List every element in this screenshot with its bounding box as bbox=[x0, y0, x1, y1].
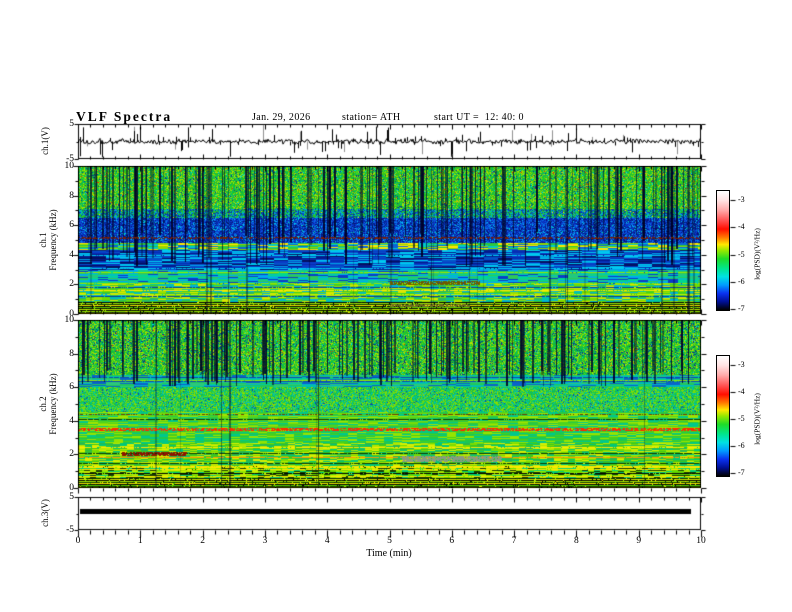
figure-title: VLF Spectra bbox=[76, 109, 173, 124]
time-tick-label: 9 bbox=[636, 536, 642, 546]
voltage-tick-label: 5 bbox=[69, 492, 74, 502]
colorbar-tick-label: -4 bbox=[738, 387, 745, 396]
time-tick-label: 5 bbox=[387, 536, 392, 546]
time-axis-label: Time (min) bbox=[366, 548, 412, 559]
time-tick-label: 6 bbox=[449, 536, 455, 546]
vlf-spectra-figure: VLF Spectra Jan. 29, 2026 station= ATH s… bbox=[0, 0, 792, 612]
frequency-tick-label: 4 bbox=[69, 415, 74, 426]
station-label: station= ATH bbox=[342, 112, 401, 123]
figure-date: Jan. 29, 2026 bbox=[252, 112, 311, 123]
frequency-tick-label: 8 bbox=[69, 348, 74, 359]
time-tick-label: 3 bbox=[262, 536, 268, 546]
time-tick-label: 8 bbox=[574, 536, 579, 546]
ch1-frequency-axis-label: ch.1 Frequency (kHz) bbox=[38, 209, 58, 270]
axis-label-text: ch.1(V) bbox=[40, 127, 50, 155]
ch3-waveform-plot bbox=[78, 497, 701, 530]
colorbar-tick-label: -5 bbox=[738, 249, 745, 259]
frequency-tick-label: 10 bbox=[64, 161, 75, 171]
colorbar-tick-label: -3 bbox=[738, 195, 745, 204]
axis-label-text: ch.3(V) bbox=[40, 499, 50, 527]
colorbar-tick-label: -5 bbox=[738, 414, 745, 423]
start-ut-label: start UT = 12: 40: 0 bbox=[434, 112, 524, 123]
voltage-tick-label: 5 bbox=[69, 119, 74, 129]
time-tick-label: 7 bbox=[511, 536, 517, 546]
frequency-tick-label: 4 bbox=[69, 249, 74, 260]
colorbar-tick-label: -7 bbox=[738, 304, 745, 313]
colorbar-ch2-label: log(PSD)(V²/Hz) bbox=[752, 393, 762, 445]
ch1-spectrogram bbox=[78, 166, 701, 314]
ch1-voltage-axis-label: ch.1(V) bbox=[40, 127, 50, 155]
ch1-waveform-plot bbox=[78, 124, 701, 159]
colorbar-tick-label: -7 bbox=[738, 468, 745, 477]
voltage-tick-label: -5 bbox=[66, 525, 74, 535]
colorbar-ch1-label: log(PSD)(V²/Hz) bbox=[752, 228, 762, 280]
colorbar-tick-label: -6 bbox=[738, 441, 745, 450]
axis-label-channel: ch.2 bbox=[38, 396, 48, 412]
frequency-tick-label: 2 bbox=[69, 279, 74, 290]
frequency-tick-label: 8 bbox=[69, 190, 74, 201]
frequency-tick-label: 6 bbox=[69, 220, 74, 231]
ch2-spectrogram bbox=[78, 320, 701, 488]
time-tick-label: 10 bbox=[696, 536, 706, 546]
frequency-tick-label: 2 bbox=[69, 449, 74, 460]
colorbar-tick-label: -6 bbox=[738, 277, 745, 286]
time-tick-label: 4 bbox=[324, 536, 330, 546]
time-tick-label: 2 bbox=[200, 536, 205, 546]
axis-label-channel: ch.1 bbox=[38, 232, 48, 248]
axis-label-text: Frequency (kHz) bbox=[48, 209, 58, 271]
frequency-tick-label: 6 bbox=[69, 382, 74, 393]
ch3-voltage-axis-label: ch.3(V) bbox=[40, 499, 50, 527]
colorbar-ch2 bbox=[716, 355, 730, 477]
colorbar-ch1 bbox=[716, 190, 730, 311]
frequency-tick-label: 10 bbox=[64, 315, 75, 325]
frequency-tick-label: 0 bbox=[69, 483, 74, 493]
colorbar-tick-label: -4 bbox=[738, 222, 745, 231]
time-tick-label: 1 bbox=[137, 536, 143, 546]
time-tick-label: 0 bbox=[75, 536, 81, 546]
colorbar-tick-label: -3 bbox=[738, 360, 745, 369]
